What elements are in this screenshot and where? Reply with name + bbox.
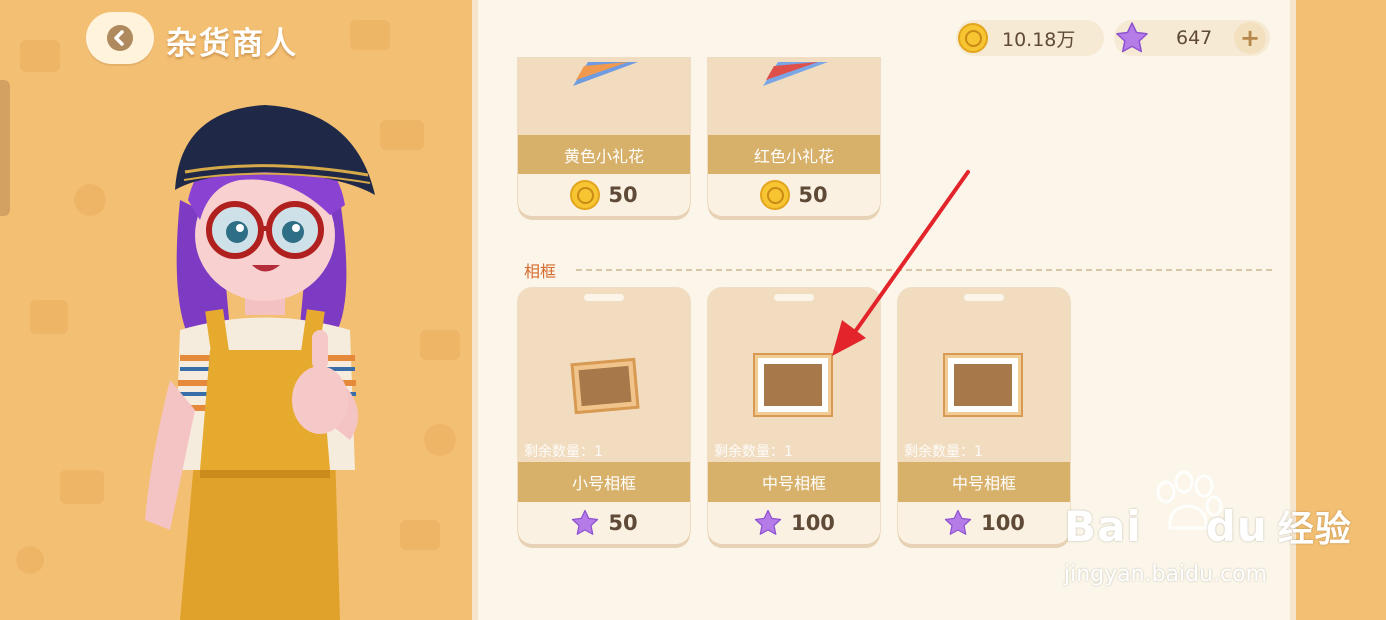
remaining-count: 剩余数量：1 — [714, 444, 793, 460]
item-price: 100 — [898, 502, 1070, 544]
item-card-yellow-firework[interactable]: 黄色小礼花 50 — [518, 58, 690, 216]
item-name: 小号相框 — [518, 462, 690, 502]
firework-cone-icon — [763, 62, 828, 86]
card-hanger — [774, 294, 814, 301]
character-area: 杂货商人 — [0, 0, 472, 620]
coin-balance: 10.18万 — [956, 20, 1104, 56]
coin-icon — [760, 180, 791, 210]
section-title-frames: 相框 — [524, 262, 557, 281]
star-icon — [944, 509, 972, 535]
back-button[interactable] — [86, 12, 154, 64]
item-name: 红色小礼花 — [708, 135, 880, 175]
item-card-red-firework[interactable]: 红色小礼花 50 — [708, 58, 880, 216]
chevron-left-icon — [107, 25, 133, 51]
item-card-small-frame[interactable]: 剩余数量：1 小号相框 50 — [518, 288, 690, 544]
card-hanger — [584, 294, 624, 301]
item-price: 50 — [518, 174, 690, 216]
item-card-medium-frame-2[interactable]: 剩余数量：1 中号相框 100 — [898, 288, 1070, 544]
coin-icon — [570, 180, 601, 210]
item-price: 100 — [708, 502, 880, 544]
item-name: 中号相框 — [708, 462, 880, 502]
watermark-brand: Bai du 经验 — [1064, 502, 1352, 551]
section-divider — [576, 269, 1272, 271]
star-balance-value: 647 — [1176, 27, 1213, 49]
item-card-medium-frame[interactable]: 剩余数量：1 中号相框 100 — [708, 288, 880, 544]
item-name: 黄色小礼花 — [518, 135, 690, 175]
side-drawer-handle[interactable] — [0, 80, 10, 216]
item-price: 50 — [518, 502, 690, 544]
add-stars-button[interactable]: + — [1234, 22, 1266, 54]
coin-balance-value: 10.18万 — [1002, 28, 1076, 51]
merchant-character — [145, 105, 375, 620]
remaining-count: 剩余数量：1 — [904, 444, 983, 460]
star-icon — [754, 509, 782, 535]
item-price: 50 — [708, 174, 880, 216]
shop-title: 杂货商人 — [166, 26, 298, 62]
star-balance: 647 + — [1114, 20, 1270, 56]
firework-cone-icon — [573, 62, 638, 86]
coin-icon — [958, 23, 988, 53]
watermark-url: jingyan.baidu.com — [1064, 562, 1268, 587]
star-icon — [1116, 22, 1148, 53]
item-name: 中号相框 — [898, 462, 1070, 502]
card-hanger — [964, 294, 1004, 301]
star-icon — [572, 509, 599, 535]
remaining-count: 剩余数量：1 — [524, 444, 603, 460]
